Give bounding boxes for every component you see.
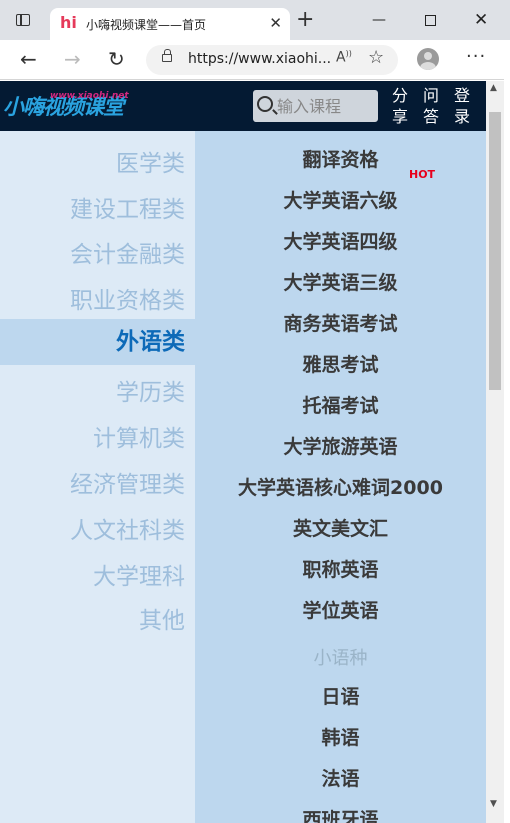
qa-link[interactable]: 问答 bbox=[421, 85, 441, 127]
course-link[interactable]: 商务英语考试 bbox=[195, 309, 486, 336]
category-item-active[interactable]: 外语类 bbox=[0, 319, 195, 365]
site-header: 小嗨视频课堂 www.xiaohi.net 分享 问答 登录 bbox=[0, 81, 486, 131]
search-icon[interactable] bbox=[257, 96, 273, 112]
course-link[interactable]: 大学旅游英语 bbox=[195, 432, 486, 459]
more-icon[interactable]: ··· bbox=[466, 46, 486, 67]
add-favorite-icon[interactable]: ☆ bbox=[368, 47, 384, 68]
course-link[interactable]: 大学英语核心难词2000 bbox=[195, 473, 486, 500]
course-link[interactable]: 翻译资格 bbox=[195, 145, 486, 172]
url-text[interactable]: https://www.xiaohi... bbox=[188, 51, 331, 67]
scroll-thumb[interactable] bbox=[489, 112, 501, 390]
course-link[interactable]: 日语 bbox=[195, 682, 486, 709]
vertical-scrollbar[interactable]: ▲ ▼ bbox=[486, 81, 504, 823]
window-border bbox=[504, 40, 510, 823]
scroll-up-icon[interactable]: ▲ bbox=[490, 83, 497, 93]
course-link[interactable]: 西班牙语 bbox=[195, 805, 486, 823]
browser-tab[interactable]: hi 小嗨视频课堂——首页 ✕ bbox=[50, 8, 290, 40]
page-viewport: 小嗨视频课堂 www.xiaohi.net 分享 问答 登录 医学类 建设工程类… bbox=[0, 81, 486, 823]
reload-icon[interactable]: ↻ bbox=[108, 48, 125, 70]
read-aloud-icon[interactable]: A)) bbox=[336, 49, 352, 66]
course-link[interactable]: 大学英语三级 bbox=[195, 268, 486, 295]
hot-badge: HOT bbox=[409, 168, 436, 181]
category-item[interactable]: 医学类 bbox=[116, 144, 185, 178]
course-link[interactable]: 托福考试 bbox=[195, 391, 486, 418]
tab-title: 小嗨视频课堂——首页 bbox=[86, 18, 207, 32]
course-link[interactable]: 韩语 bbox=[195, 723, 486, 750]
category-item[interactable]: 人文社科类 bbox=[70, 511, 185, 545]
course-link[interactable]: 大学英语四级 bbox=[195, 227, 486, 254]
lock-icon[interactable] bbox=[162, 49, 172, 62]
category-item[interactable]: 其他 bbox=[139, 601, 185, 635]
tabs-icon[interactable] bbox=[16, 14, 30, 26]
login-link[interactable]: 登录 bbox=[452, 85, 472, 127]
scroll-down-icon[interactable]: ▼ bbox=[490, 799, 497, 809]
browser-titlebar: hi 小嗨视频课堂——首页 ✕ + — ✕ bbox=[0, 0, 510, 40]
forward-arrow-icon[interactable]: → bbox=[64, 48, 81, 70]
close-icon[interactable]: ✕ bbox=[269, 14, 282, 32]
category-item[interactable]: 经济管理类 bbox=[70, 465, 185, 499]
address-bar[interactable]: https://www.xiaohi... bbox=[146, 45, 398, 75]
category-item[interactable]: 建设工程类 bbox=[70, 190, 185, 224]
favicon-icon: hi bbox=[60, 13, 77, 32]
course-link[interactable]: 法语 bbox=[195, 764, 486, 791]
category-item[interactable]: 计算机类 bbox=[93, 419, 185, 453]
category-item[interactable]: 学历类 bbox=[116, 373, 185, 407]
search-input[interactable] bbox=[277, 94, 373, 118]
minor-language-heading: 小语种 bbox=[313, 648, 368, 669]
course-link[interactable]: 学位英语 bbox=[195, 596, 486, 623]
category-item[interactable]: 职业资格类 bbox=[70, 281, 185, 315]
search-box[interactable] bbox=[253, 90, 378, 122]
course-link[interactable]: 职称英语 bbox=[195, 555, 486, 582]
plus-icon[interactable]: + bbox=[296, 9, 314, 31]
logo-url: www.xiaohi.net bbox=[50, 91, 129, 101]
share-link[interactable]: 分享 bbox=[390, 85, 410, 127]
maximize-icon[interactable] bbox=[425, 15, 436, 26]
window-close-icon[interactable]: ✕ bbox=[474, 10, 488, 30]
minimize-icon[interactable]: — bbox=[372, 10, 386, 30]
course-link[interactable]: 英文美文汇 bbox=[195, 514, 486, 541]
course-link[interactable]: 雅思考试 bbox=[195, 350, 486, 377]
category-item[interactable]: 大学理科 bbox=[93, 557, 185, 591]
category-sidebar: 医学类 建设工程类 会计金融类 职业资格类 外语类 学历类 计算机类 经济管理类… bbox=[0, 131, 195, 823]
course-link[interactable]: 大学英语六级 bbox=[195, 186, 486, 213]
profile-icon[interactable] bbox=[417, 48, 439, 70]
category-item[interactable]: 会计金融类 bbox=[70, 235, 185, 269]
back-arrow-icon[interactable]: ← bbox=[20, 48, 37, 70]
